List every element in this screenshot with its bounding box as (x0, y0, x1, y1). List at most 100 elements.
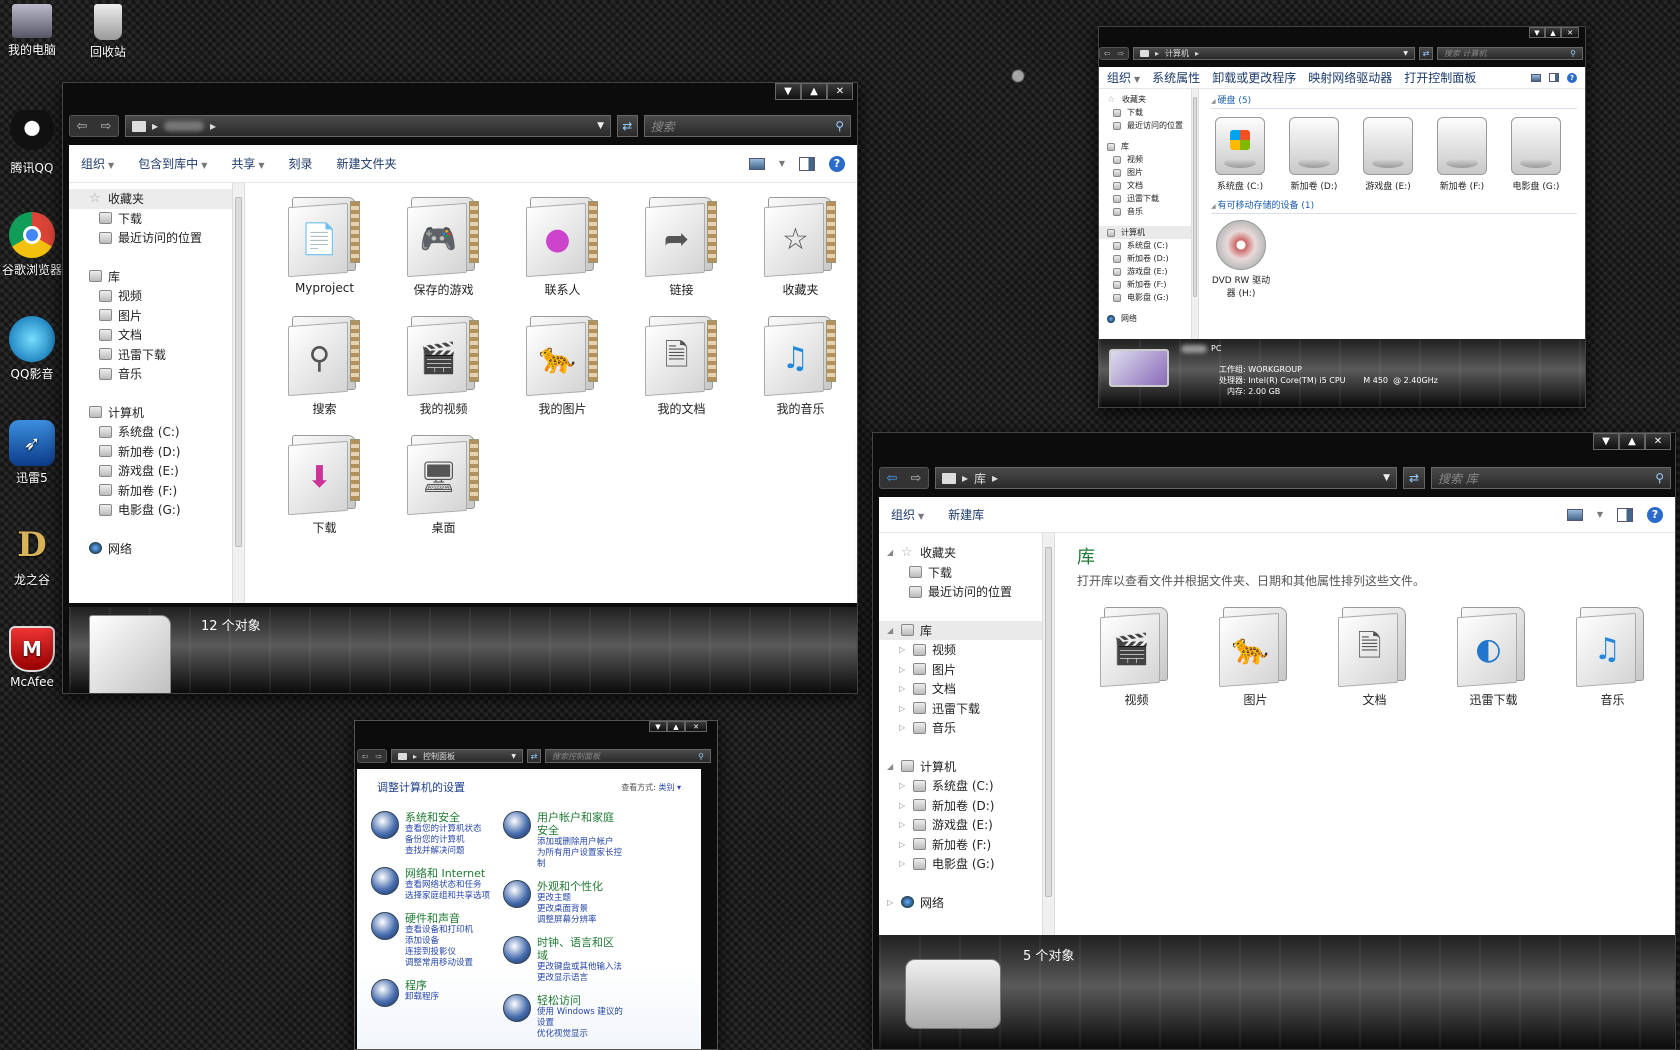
nav-scrollbar[interactable] (1042, 533, 1054, 937)
maximize-button[interactable]: ▲ (667, 721, 685, 732)
expand-arrow-icon[interactable]: ▷ (899, 801, 907, 810)
address-bar[interactable]: ▸ 库 ▸ ▼ (935, 467, 1397, 489)
chevron-down-icon[interactable]: ▼ (1597, 510, 1603, 519)
drive-item[interactable]: 系统盘 (C:) (1215, 117, 1265, 192)
collapse-arrow-icon[interactable]: ◢ (887, 626, 895, 635)
cp-appearance[interactable]: 外观和个性化 更改主题 更改桌面背景 调整屏幕分辨率 (503, 880, 623, 926)
nav-drive-g[interactable]: 电影盘 (G:) (1099, 291, 1198, 304)
close-button[interactable]: ✕ (1561, 27, 1579, 38)
collapse-arrow-icon[interactable]: ◢ (887, 762, 895, 771)
close-button[interactable]: ✕ (827, 83, 853, 100)
back-arrow-icon[interactable]: ⇦ (880, 468, 904, 488)
expand-arrow-icon[interactable]: ▷ (899, 645, 907, 654)
folder-item[interactable]: 🗎 我的文档 (622, 312, 741, 417)
desktop-icon-qq[interactable]: 腾讯QQ (0, 110, 64, 176)
nav-thunder-downloads[interactable]: 迅雷下载 (69, 345, 244, 365)
organize-button[interactable]: 组织 ▼ (81, 155, 114, 172)
back-arrow-icon[interactable]: ⇦ (358, 750, 372, 762)
nav-videos[interactable]: ▷ 视频 (879, 640, 1054, 660)
scroll-thumb[interactable] (1045, 547, 1052, 897)
folder-item[interactable]: 🎮 保存的游戏 (384, 193, 503, 298)
minimize-button[interactable]: ▼ (1593, 433, 1619, 450)
desktop-icon-qq-player[interactable]: QQ影音 (0, 316, 64, 382)
folder-item[interactable]: ♫ 我的音乐 (741, 312, 857, 417)
expand-arrow-icon[interactable]: ▷ (887, 898, 895, 907)
folder-item[interactable]: ➦ 链接 (622, 193, 741, 298)
nav-favorites[interactable]: ☆ 收藏夹 (69, 189, 244, 209)
search-input[interactable]: 搜索控制面板 ⚲ (545, 749, 711, 763)
breadcrumb-computer[interactable]: 计算机 (1165, 48, 1189, 59)
refresh-button[interactable]: ⇄ (527, 749, 541, 763)
nav-scrollbar[interactable] (1191, 89, 1198, 341)
close-button[interactable]: ✕ (1645, 433, 1671, 450)
expand-arrow-icon[interactable]: ▷ (899, 684, 907, 693)
nav-recent[interactable]: 最近访问的位置 (1099, 119, 1198, 132)
maximize-button[interactable]: ▲ (1619, 433, 1645, 450)
search-input[interactable]: 搜索 计算机 ⚲ (1437, 47, 1583, 60)
library-item[interactable]: 🗎 文档 (1315, 603, 1434, 708)
nav-pictures[interactable]: ▷ 图片 (879, 660, 1054, 680)
nav-favorites[interactable]: ☆ 收藏夹 (1099, 93, 1198, 106)
refresh-button[interactable]: ⇄ (1403, 467, 1425, 489)
maximize-button[interactable]: ▲ (1545, 27, 1561, 38)
forward-arrow-icon[interactable]: ⇨ (904, 468, 928, 488)
nav-documents[interactable]: 文档 (69, 325, 244, 345)
preview-pane-icon[interactable] (1617, 507, 1633, 522)
chevron-down-icon[interactable]: ▼ (511, 753, 516, 760)
forward-arrow-icon[interactable]: ⇨ (372, 750, 386, 762)
control-panel-window[interactable]: ▼ ▲ ✕ ⇦ ⇨ ▸ 控制面板 ▼ ⇄ 搜索控制面板 ⚲ 调整计算机的设置 查看… (354, 720, 718, 1050)
library-item[interactable]: ♫ 音乐 (1553, 603, 1672, 708)
nav-drive-g[interactable]: ▷ 电影盘 (G:) (879, 854, 1054, 874)
expand-arrow-icon[interactable]: ▷ (899, 781, 907, 790)
back-arrow-icon[interactable]: ⇦ (1100, 48, 1114, 59)
nav-scrollbar[interactable] (232, 183, 244, 603)
group-header-removable[interactable]: ◢ 有可移动存储的设备 (1) (1211, 198, 1577, 214)
nav-downloads[interactable]: 下载 (1099, 106, 1198, 119)
change-view-icon[interactable] (748, 157, 765, 170)
nav-documents[interactable]: ▷ 文档 (879, 679, 1054, 699)
chevron-down-icon[interactable]: ▼ (779, 159, 785, 168)
help-icon[interactable]: ? (1567, 72, 1577, 83)
breadcrumb-control-panel[interactable]: 控制面板 (423, 751, 455, 762)
nav-network[interactable]: 网络 (1099, 312, 1198, 325)
nav-music[interactable]: ▷ 音乐 (879, 718, 1054, 738)
uninstall-program-button[interactable]: 卸载或更改程序 (1212, 69, 1296, 86)
desktop-icon-my-computer[interactable]: 我的电脑 (0, 4, 64, 58)
nav-computer[interactable]: 计算机 (69, 403, 244, 423)
dvd-drive-item[interactable]: DVD RW 驱动器 (H:) (1211, 220, 1271, 299)
system-properties-button[interactable]: 系统属性 (1152, 69, 1200, 86)
nav-drive-d[interactable]: ▷ 新加卷 (D:) (879, 796, 1054, 816)
expand-arrow-icon[interactable]: ▷ (899, 840, 907, 849)
cp-ease-of-access[interactable]: 轻松访问 使用 Windows 建议的设置 优化视觉显示 (503, 994, 623, 1040)
nav-recent[interactable]: 最近访问的位置 (879, 582, 1054, 602)
nav-computer[interactable]: 计算机 (1099, 226, 1198, 239)
nav-thunder-downloads[interactable]: 迅雷下载 (1099, 192, 1198, 205)
nav-drive-f[interactable]: 新加卷 (F:) (1099, 278, 1198, 291)
scroll-thumb[interactable] (1193, 97, 1197, 297)
nav-videos[interactable]: 视频 (1099, 153, 1198, 166)
folder-item[interactable]: 🖥 桌面 (384, 431, 503, 536)
nav-music[interactable]: 音乐 (1099, 205, 1198, 218)
nav-drive-c[interactable]: 系统盘 (C:) (69, 422, 244, 442)
change-view-icon[interactable] (1566, 508, 1583, 521)
desktop-icon-mcafee[interactable]: M McAfee (0, 626, 64, 689)
chevron-down-icon[interactable]: ▼ (1383, 473, 1390, 483)
change-view-icon[interactable] (1531, 73, 1541, 82)
nav-thunder-downloads[interactable]: ▷ 迅雷下载 (879, 699, 1054, 719)
open-control-panel-button[interactable]: 打开控制面板 (1404, 69, 1476, 86)
view-by[interactable]: 查看方式: 类别 ▾ (621, 782, 681, 793)
nav-drive-e[interactable]: ▷ 游戏盘 (E:) (879, 815, 1054, 835)
nav-pictures[interactable]: 图片 (1099, 166, 1198, 179)
forward-arrow-icon[interactable]: ⇨ (1114, 48, 1128, 59)
nav-recent[interactable]: 最近访问的位置 (69, 228, 244, 248)
group-header-hard-disks[interactable]: ◢ 硬盘 (5) (1211, 93, 1577, 109)
desktop-icon-dragon-nest[interactable]: D 龙之谷 (0, 522, 64, 588)
nav-downloads[interactable]: 下载 (879, 563, 1054, 583)
drive-item[interactable]: 新加卷 (D:) (1289, 117, 1339, 192)
expand-arrow-icon[interactable]: ▷ (899, 820, 907, 829)
drive-item[interactable]: 新加卷 (F:) (1437, 117, 1487, 192)
drive-item[interactable]: 电影盘 (G:) (1511, 117, 1561, 192)
desktop-icon-recycle-bin[interactable]: 回收站 (76, 4, 140, 60)
refresh-button[interactable]: ⇄ (617, 115, 638, 137)
explorer-window-computer[interactable]: ▼ ▲ ✕ ⇦ ⇨ ▸ 计算机 ▸ ▼ ⇄ 搜索 计算机 ⚲ 组织 ▼ 系统属性 卸… (1098, 26, 1586, 408)
